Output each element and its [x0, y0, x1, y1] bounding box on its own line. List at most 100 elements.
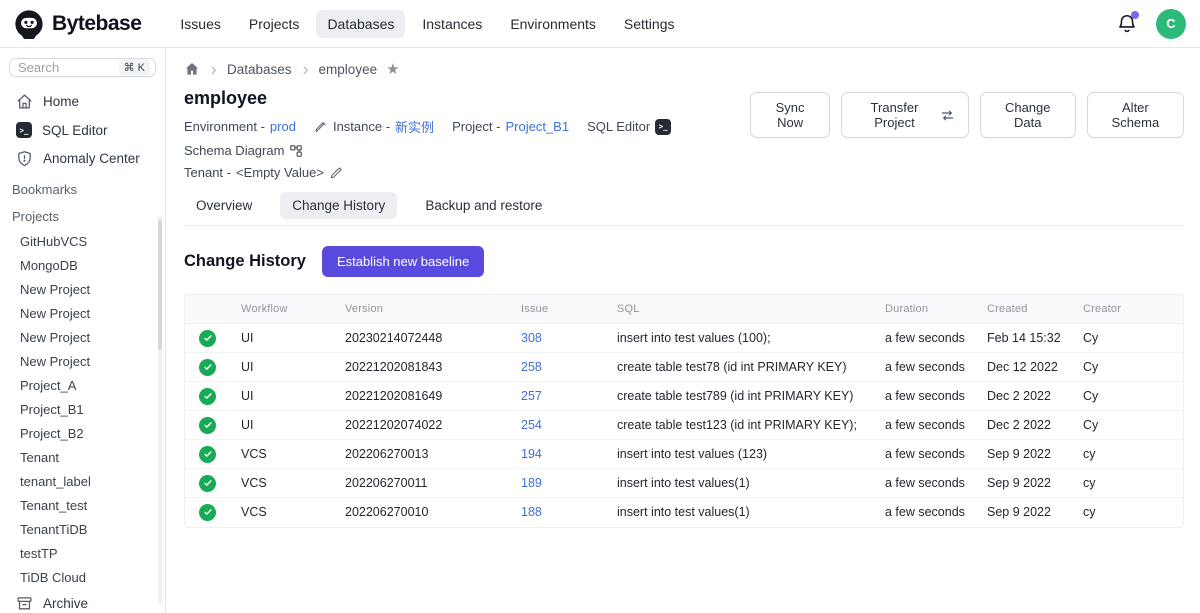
sidebar-project-item[interactable]: testTP	[0, 541, 165, 565]
sidebar-item-label: Archive	[43, 596, 88, 611]
tab[interactable]: Change History	[280, 192, 397, 219]
table-row[interactable]: VCS 202206270013 194 insert into test va…	[185, 440, 1183, 469]
cell-duration: a few seconds	[875, 382, 977, 411]
sidebar-project-item[interactable]: New Project	[0, 325, 165, 349]
sidebar-item-sql-editor[interactable]: >_ SQL Editor	[0, 116, 165, 144]
issue-link[interactable]: 194	[521, 447, 542, 461]
success-check-icon	[199, 475, 216, 492]
projects-list: GitHubVCSMongoDBNew ProjectNew ProjectNe…	[0, 229, 165, 589]
table-row[interactable]: UI 20221202074022 254 create table test1…	[185, 411, 1183, 440]
change-data-button[interactable]: Change Data	[980, 92, 1076, 138]
transfer-project-button[interactable]: Transfer Project	[841, 92, 968, 138]
avatar[interactable]: C	[1156, 9, 1186, 39]
sidebar-project-item[interactable]: GitHubVCS	[0, 229, 165, 253]
section-title: Change History	[184, 252, 306, 271]
cell-created: Feb 14 15:32	[977, 324, 1073, 353]
table-row[interactable]: UI 20221202081649 257 create table test7…	[185, 382, 1183, 411]
sidebar-project-item[interactable]: TiDB Cloud	[0, 565, 165, 589]
sidebar-item-archive[interactable]: Archive	[0, 589, 165, 613]
main-nav: IssuesProjectsDatabasesInstancesEnvironm…	[169, 10, 685, 38]
meta-schema-diagram[interactable]: Schema Diagram	[184, 143, 303, 158]
table-row[interactable]: UI 20221202081843 258 create table test7…	[185, 353, 1183, 382]
sidebar-project-item[interactable]: tenant_label	[0, 469, 165, 493]
pen-nib-icon	[314, 120, 328, 134]
sidebar-project-item[interactable]: Tenant_test	[0, 493, 165, 517]
cell-workflow: VCS	[231, 498, 335, 527]
bookmarks-section-label[interactable]: Bookmarks	[0, 173, 165, 200]
nav-item[interactable]: Databases	[316, 10, 405, 38]
nav-item[interactable]: Settings	[613, 10, 686, 38]
environment-link[interactable]: prod	[270, 119, 296, 134]
instance-link[interactable]: 新实例	[395, 117, 434, 136]
table-row[interactable]: UI 20230214072448 308 insert into test v…	[185, 324, 1183, 353]
cell-status	[185, 498, 231, 527]
sidebar-project-item[interactable]: TenantTiDB	[0, 517, 165, 541]
alter-schema-button[interactable]: Alter Schema	[1087, 92, 1184, 138]
table-row[interactable]: VCS 202206270010 188 insert into test va…	[185, 498, 1183, 527]
sidebar-project-item[interactable]: Project_B1	[0, 397, 165, 421]
chevron-right-icon	[300, 64, 311, 75]
sidebar-scrollbar-thumb[interactable]	[158, 220, 162, 350]
issue-link[interactable]: 189	[521, 476, 542, 490]
brand[interactable]: Bytebase	[14, 9, 141, 39]
edit-pencil-icon[interactable]	[329, 166, 343, 180]
tab-bar: Overview Change History Backup and restore	[184, 192, 1184, 226]
search-input[interactable]	[18, 60, 119, 75]
sidebar-project-item[interactable]: Tenant	[0, 445, 165, 469]
sync-now-button[interactable]: Sync Now	[750, 92, 830, 138]
sidebar-nav: Home >_ SQL Editor Anomaly Center	[0, 87, 165, 173]
cell-sql: create table test789 (id int PRIMARY KEY…	[607, 382, 875, 411]
sidebar-item-home[interactable]: Home	[0, 87, 165, 116]
button-label: Change Data	[995, 100, 1061, 130]
breadcrumb-employee[interactable]: employee	[319, 62, 378, 77]
cell-sql: create table test123 (id int PRIMARY KEY…	[607, 411, 875, 440]
bytebase-logo-icon	[14, 9, 44, 39]
notifications-bell-icon[interactable]	[1116, 13, 1138, 35]
meta-project: Project - Project_B1	[452, 119, 569, 134]
status-column-header	[185, 295, 231, 324]
issue-link[interactable]: 308	[521, 331, 542, 345]
table-row[interactable]: VCS 202206270011 189 insert into test va…	[185, 469, 1183, 498]
cell-issue: 189	[511, 469, 607, 498]
projects-section-label[interactable]: Projects	[0, 200, 165, 227]
tab[interactable]: Backup and restore	[413, 192, 554, 219]
sidebar-project-item[interactable]: MongoDB	[0, 253, 165, 277]
cell-created: Sep 9 2022	[977, 469, 1073, 498]
sidebar-project-item[interactable]: New Project	[0, 301, 165, 325]
sidebar-project-item[interactable]: Project_B2	[0, 421, 165, 445]
meta-sql-editor[interactable]: SQL Editor >_	[587, 119, 671, 135]
breadcrumb-databases[interactable]: Databases	[227, 62, 292, 77]
project-label: Project -	[452, 119, 500, 134]
cell-workflow: UI	[231, 324, 335, 353]
cell-sql: insert into test values (100);	[607, 324, 875, 353]
issue-link[interactable]: 258	[521, 360, 542, 374]
tab[interactable]: Overview	[184, 192, 264, 219]
sidebar-project-item[interactable]: New Project	[0, 277, 165, 301]
sidebar-project-item[interactable]: New Project	[0, 349, 165, 373]
search-box[interactable]: ⌘ K	[9, 58, 156, 77]
project-link[interactable]: Project_B1	[505, 119, 569, 134]
issue-link[interactable]: 254	[521, 418, 542, 432]
nav-item[interactable]: Projects	[238, 10, 311, 38]
establish-baseline-button[interactable]: Establish new baseline	[322, 246, 484, 277]
nav-item[interactable]: Environments	[499, 10, 607, 38]
schema-diagram-icon	[289, 144, 303, 158]
brand-name: Bytebase	[52, 12, 141, 36]
cell-issue: 254	[511, 411, 607, 440]
sidebar-project-item[interactable]: Project_A	[0, 373, 165, 397]
cell-issue: 257	[511, 382, 607, 411]
database-meta: Environment - prod Instance - 新实例 Projec…	[184, 117, 750, 180]
success-check-icon	[199, 417, 216, 434]
nav-item[interactable]: Issues	[169, 10, 231, 38]
sidebar-item-label: Home	[43, 94, 79, 109]
sidebar-item-anomaly-center[interactable]: Anomaly Center	[0, 144, 165, 173]
nav-item[interactable]: Instances	[411, 10, 493, 38]
success-check-icon	[199, 504, 216, 521]
breadcrumb-home-icon[interactable]	[184, 61, 200, 77]
favorite-star-icon[interactable]: ★	[386, 60, 399, 78]
issue-link[interactable]: 188	[521, 505, 542, 519]
cell-version: 20230214072448	[335, 324, 511, 353]
issue-link[interactable]: 257	[521, 389, 542, 403]
cell-workflow: UI	[231, 353, 335, 382]
cell-creator: cy	[1073, 440, 1183, 469]
